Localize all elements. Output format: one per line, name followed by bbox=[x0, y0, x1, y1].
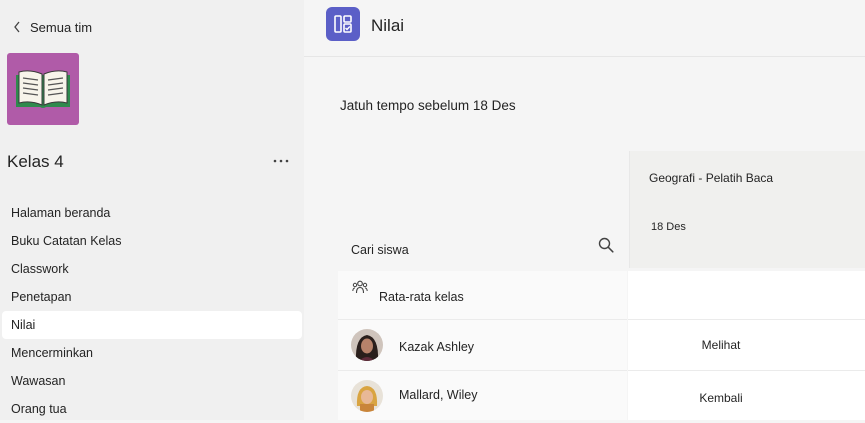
class-average-cell[interactable] bbox=[628, 271, 865, 320]
grades-app-icon bbox=[326, 7, 360, 41]
nav-item-orang-tua[interactable]: Orang tua bbox=[2, 395, 302, 423]
team-avatar-tile bbox=[7, 53, 79, 125]
grade-cell[interactable]: Kembali bbox=[628, 371, 865, 420]
student-search[interactable]: Cari siswa bbox=[338, 228, 627, 268]
student-name: Kazak Ashley bbox=[399, 340, 475, 354]
app-header: Nilai bbox=[304, 0, 865, 57]
student-name: Mallard, Wiley bbox=[399, 388, 478, 402]
nav-item-penetapan[interactable]: Penetapan bbox=[2, 283, 302, 311]
team-name: Kelas 4 bbox=[7, 152, 64, 171]
search-icon[interactable] bbox=[598, 237, 614, 253]
student-row[interactable]: Kazak Ashley bbox=[338, 320, 627, 371]
student-avatar bbox=[351, 329, 383, 361]
grade-cell[interactable]: Melihat bbox=[628, 320, 865, 371]
chevron-left-icon bbox=[8, 21, 26, 33]
more-options-icon bbox=[273, 159, 289, 163]
page-title: Nilai bbox=[371, 16, 405, 35]
nav-item-buku-catatan-kelas[interactable]: Buku Catatan Kelas bbox=[2, 227, 302, 255]
nav-item-halaman-beranda[interactable]: Halaman beranda bbox=[2, 199, 302, 227]
student-row[interactable]: Mallard, Wiley bbox=[338, 371, 627, 420]
nav-item-mencerminkan[interactable]: Mencerminkan bbox=[2, 339, 302, 367]
open-book-icon bbox=[16, 70, 70, 108]
nav-item-classwork[interactable]: Classwork bbox=[2, 255, 302, 283]
assignment-column-header[interactable]: Geografi - Pelatih Baca 18 Des bbox=[629, 151, 865, 268]
grade-status: Kembali bbox=[699, 391, 743, 405]
team-sidebar: Semua tim Kelas 4 Halaman beranda Buku C… bbox=[0, 0, 304, 420]
assignment-due-date: 18 Des bbox=[651, 221, 686, 233]
student-avatar bbox=[351, 380, 383, 412]
grade-status: Melihat bbox=[701, 338, 741, 352]
nav-item-wawasan[interactable]: Wawasan bbox=[2, 367, 302, 395]
more-options-button[interactable] bbox=[270, 150, 292, 172]
class-average-row: Rata-rata kelas bbox=[338, 271, 627, 320]
nav-item-nilai[interactable]: Nilai bbox=[2, 311, 302, 339]
back-to-all-teams-link[interactable]: Semua tim bbox=[8, 15, 92, 39]
due-filter-label: Jatuh tempo sebelum 18 Des bbox=[340, 98, 516, 113]
back-link-label: Semua tim bbox=[30, 19, 93, 35]
search-placeholder: Cari siswa bbox=[351, 243, 409, 257]
people-icon bbox=[352, 280, 368, 294]
team-nav: Halaman beranda Buku Catatan Kelas Class… bbox=[2, 199, 302, 423]
assignment-title: Geografi - Pelatih Baca bbox=[649, 171, 774, 185]
grades-main: Nilai Jatuh tempo sebelum 18 Des Cari si… bbox=[304, 0, 865, 420]
class-average-label: Rata-rata kelas bbox=[379, 290, 464, 304]
